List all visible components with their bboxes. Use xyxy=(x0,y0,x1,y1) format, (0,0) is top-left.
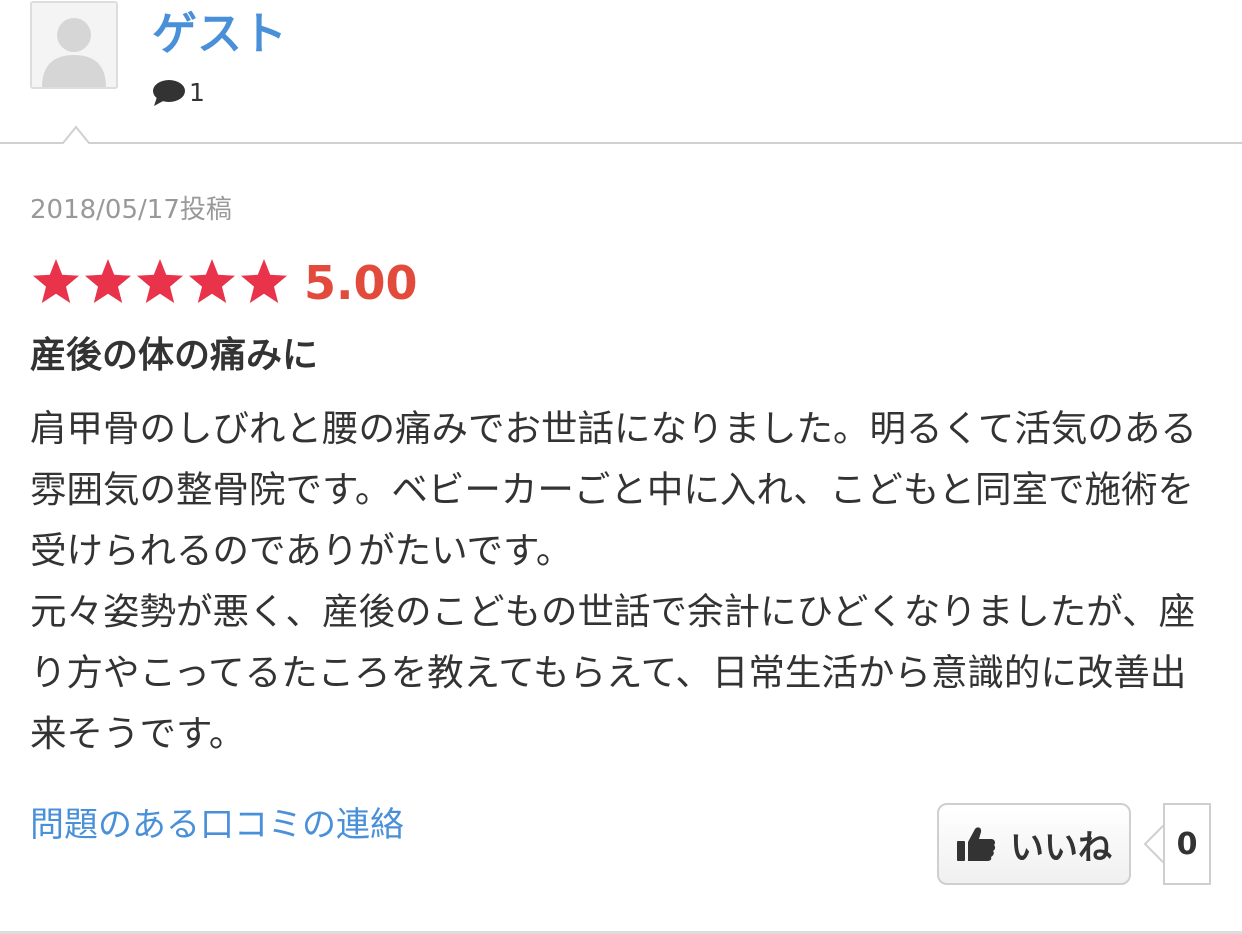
rating-row: 5.00 xyxy=(30,254,418,312)
comment-count-value: 1 xyxy=(189,78,205,107)
rating-value: 5.00 xyxy=(304,256,418,310)
review-title: 産後の体の痛みに xyxy=(30,335,319,376)
report-review-link[interactable]: 問題のある口コミの連絡 xyxy=(30,800,404,850)
thumbs-up-icon xyxy=(957,827,996,861)
user-comment-count: 1 xyxy=(152,78,205,108)
star-icon xyxy=(189,259,235,303)
user-avatar[interactable] xyxy=(30,1,118,89)
review-paragraph: 元々姿勢が悪く、産後のこどもの世話で余計にひどくなりましたが、座り方やこってるた… xyxy=(30,590,1196,755)
star-rating xyxy=(30,257,290,309)
review-body: 肩甲骨のしびれと腰の痛みでお世話になりました。明るくて活気のある雰囲気の整骨院で… xyxy=(30,398,1215,764)
like-count: 0 xyxy=(1163,803,1211,885)
speech-bubble-icon xyxy=(153,80,185,106)
header-divider xyxy=(0,125,1242,144)
star-icon xyxy=(137,259,183,303)
post-date: 2018/05/17投稿 xyxy=(30,195,232,225)
like-label: いいね xyxy=(1010,827,1112,868)
avatar-silhouette-icon xyxy=(42,18,106,87)
user-name[interactable]: ゲスト xyxy=(152,4,287,64)
star-icon xyxy=(85,259,131,303)
like-button[interactable]: いいね xyxy=(937,803,1131,885)
like-count-pointer xyxy=(1143,823,1165,865)
star-icon xyxy=(33,259,79,303)
star-icon xyxy=(241,259,287,303)
like-count-value: 0 xyxy=(1176,826,1198,862)
review-paragraph: 肩甲骨のしびれと腰の痛みでお世話になりました。明るくて活気のある雰囲気の整骨院で… xyxy=(30,407,1197,572)
